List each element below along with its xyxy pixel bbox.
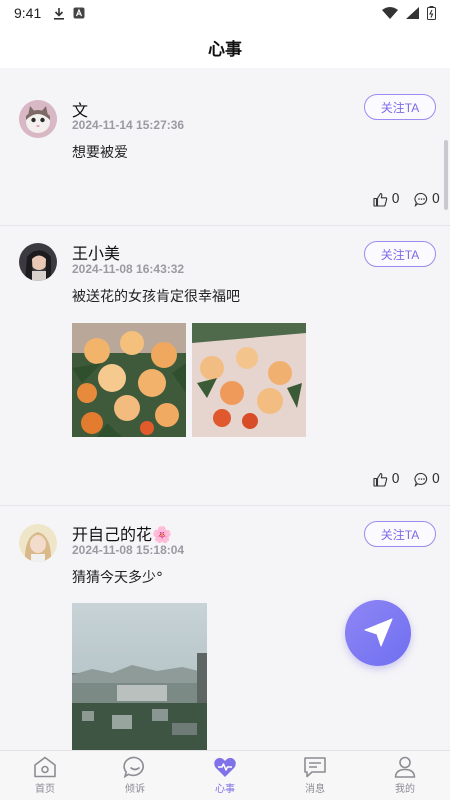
flower-bouquet-image bbox=[192, 323, 306, 437]
tab-messages[interactable]: 消息 bbox=[270, 751, 360, 800]
wifi-icon bbox=[382, 7, 398, 19]
post-content: 想要被爱 bbox=[72, 145, 128, 161]
comment-button[interactable]: 0 bbox=[414, 192, 440, 207]
comment-icon bbox=[414, 192, 427, 207]
tab-home[interactable]: 首页 bbox=[0, 751, 90, 800]
post-photo[interactable] bbox=[192, 323, 306, 437]
post-timestamp: 2024-11-14 15:27:36 bbox=[72, 118, 185, 132]
comment-button[interactable]: 0 bbox=[414, 472, 440, 487]
like-button[interactable]: 0 bbox=[373, 472, 400, 487]
follow-button[interactable]: 关注TA bbox=[364, 521, 436, 547]
follow-button[interactable]: 关注TA bbox=[364, 241, 436, 267]
tab-mine[interactable]: 我的 bbox=[360, 751, 450, 800]
comment-count: 0 bbox=[431, 472, 440, 487]
post-timestamp: 2024-11-08 15:18:04 bbox=[72, 543, 185, 557]
post-card[interactable]: 文 2024-11-14 15:27:36 想要被爱 关注TA 0 0 bbox=[0, 68, 450, 226]
like-count: 0 bbox=[391, 192, 400, 207]
message-icon bbox=[304, 757, 326, 778]
page-title: 心事 bbox=[0, 26, 450, 68]
publish-button[interactable] bbox=[345, 600, 411, 666]
follow-button[interactable]: 关注TA bbox=[364, 94, 436, 120]
like-count: 0 bbox=[391, 472, 400, 487]
city-skyline-image bbox=[72, 603, 207, 750]
comment-count: 0 bbox=[431, 192, 440, 207]
thumbs-up-icon bbox=[373, 192, 388, 207]
tab-label: 首页 bbox=[35, 784, 55, 795]
flower-bouquet-image bbox=[72, 323, 186, 437]
home-icon bbox=[34, 756, 56, 778]
download-icon bbox=[54, 7, 65, 20]
avatar[interactable] bbox=[19, 100, 57, 138]
post-author[interactable]: 开自己的花🌸 bbox=[72, 521, 172, 545]
battery-icon bbox=[427, 6, 436, 20]
status-bar: 9:41 bbox=[0, 0, 450, 26]
tab-label: 倾诉 bbox=[125, 784, 145, 795]
chat-bubble-icon bbox=[123, 756, 144, 778]
post-photo[interactable] bbox=[72, 603, 207, 750]
tab-label: 我的 bbox=[395, 784, 415, 795]
send-icon bbox=[364, 618, 393, 647]
profile-icon bbox=[394, 756, 416, 778]
avatar[interactable] bbox=[19, 243, 57, 281]
girl-avatar-image bbox=[19, 243, 57, 281]
status-time: 9:41 bbox=[14, 5, 42, 21]
bottom-tab-bar: 首页 倾诉 心事 消息 我的 bbox=[0, 750, 450, 800]
like-button[interactable]: 0 bbox=[373, 192, 400, 207]
post-stats: 0 0 bbox=[373, 192, 440, 207]
post-photo[interactable] bbox=[72, 323, 186, 437]
cat-avatar-image bbox=[19, 100, 57, 138]
tab-label: 心事 bbox=[215, 784, 235, 795]
thumbs-up-icon bbox=[373, 472, 388, 487]
tab-heart-matters[interactable]: 心事 bbox=[180, 751, 270, 800]
tab-confide[interactable]: 倾诉 bbox=[90, 751, 180, 800]
avatar[interactable] bbox=[19, 524, 57, 562]
scrollbar[interactable] bbox=[444, 140, 448, 210]
comment-icon bbox=[414, 472, 427, 487]
girl-avatar-image bbox=[19, 524, 57, 562]
app-notification-icon bbox=[73, 7, 85, 19]
post-content: 被送花的女孩肯定很幸福吧 bbox=[72, 289, 240, 305]
heart-icon bbox=[214, 757, 236, 777]
post-timestamp: 2024-11-08 16:43:32 bbox=[72, 262, 185, 276]
signal-icon bbox=[406, 7, 419, 19]
tab-label: 消息 bbox=[305, 784, 325, 795]
post-content: 猜猜今天多少° bbox=[72, 570, 163, 586]
post-card[interactable]: 王小美 2024-11-08 16:43:32 被送花的女孩肯定很幸福吧 关注T… bbox=[0, 226, 450, 506]
post-stats: 0 0 bbox=[373, 472, 440, 487]
post-author[interactable]: 王小美 bbox=[72, 240, 120, 264]
